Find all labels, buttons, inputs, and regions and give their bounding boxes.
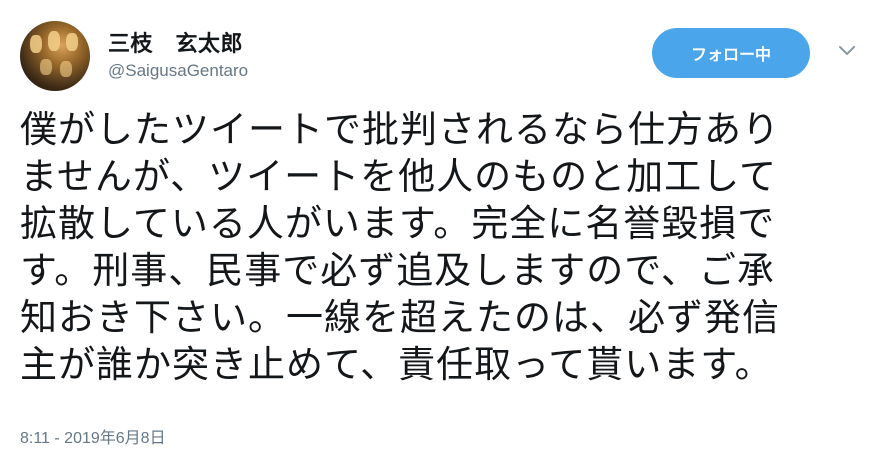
tweet-text: 僕がしたツイートで批判されるなら仕方あり ませんが、ツイートを他人のものと加工し… — [20, 106, 860, 388]
author-handle[interactable]: @SaigusaGentaro — [108, 61, 248, 81]
chevron-down-icon[interactable] — [836, 42, 858, 60]
tweet-card: 三枝 玄太郎 @SaigusaGentaro フォロー中 僕がしたツイートで批判… — [0, 0, 879, 465]
tweet-text-line: す。刑事、民事で必ず追及しますので、ご承 — [20, 249, 775, 292]
tweet-timestamp[interactable]: 8:11 - 2019年6月8日 — [20, 424, 166, 448]
author-name[interactable]: 三枝 玄太郎 — [108, 26, 243, 58]
tweet-text-line: 僕がしたツイートで批判されるなら仕方あり — [20, 108, 780, 151]
tweet-text-line: 知おき下さい。一線を超えたのは、必ず発信 — [20, 296, 780, 339]
avatar[interactable] — [20, 21, 90, 91]
tweet-text-line: ませんが、ツイートを他人のものと加工して — [20, 155, 778, 198]
tweet-text-line: 拡散している人がいます。完全に名誉毀損で — [20, 202, 776, 245]
following-button[interactable]: フォロー中 — [652, 28, 810, 78]
tweet-text-line: 主が誰か突き止めて、責任取って貰います。 — [20, 343, 773, 386]
